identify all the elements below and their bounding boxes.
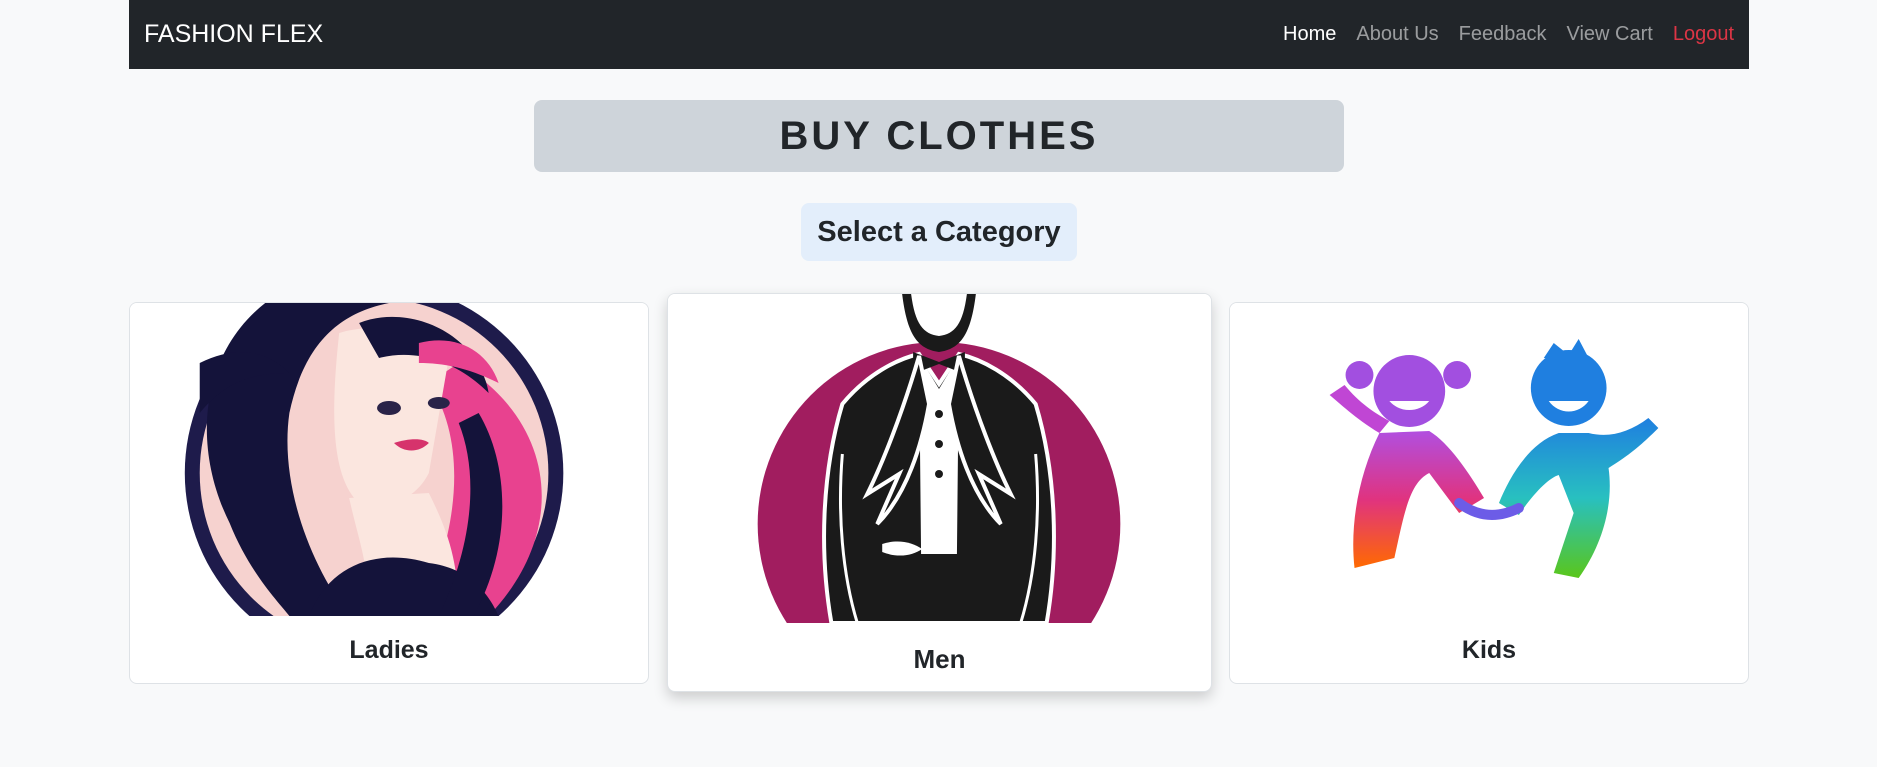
page-title: BUY CLOTHES [779,113,1099,158]
category-card-men[interactable]: Men [667,293,1212,692]
category-label-ladies: Ladies [349,636,429,664]
nav-view-cart[interactable]: View Cart [1567,23,1653,46]
top-navbar: FASHION FLEX Home About Us Feedback View… [129,0,1749,69]
nav-links: Home About Us Feedback View Cart Logout [1283,23,1734,46]
nav-logout[interactable]: Logout [1673,23,1734,46]
category-heading: Select a Category [801,203,1077,261]
tuxedo-man-icon [668,294,1211,623]
nav-about-us[interactable]: About Us [1356,23,1438,46]
kids-playing-icon [1230,303,1748,616]
page-title-box: BUY CLOTHES [534,100,1344,172]
category-label-men: Men [913,644,966,674]
woman-portrait-icon [130,303,648,616]
category-card-ladies[interactable]: Ladies [129,302,649,684]
nav-feedback[interactable]: Feedback [1459,23,1547,46]
category-label-kids: Kids [1461,636,1517,664]
category-card-kids[interactable]: Kids [1229,302,1749,684]
brand-logo[interactable]: FASHION FLEX [144,20,323,49]
nav-home[interactable]: Home [1283,23,1336,46]
